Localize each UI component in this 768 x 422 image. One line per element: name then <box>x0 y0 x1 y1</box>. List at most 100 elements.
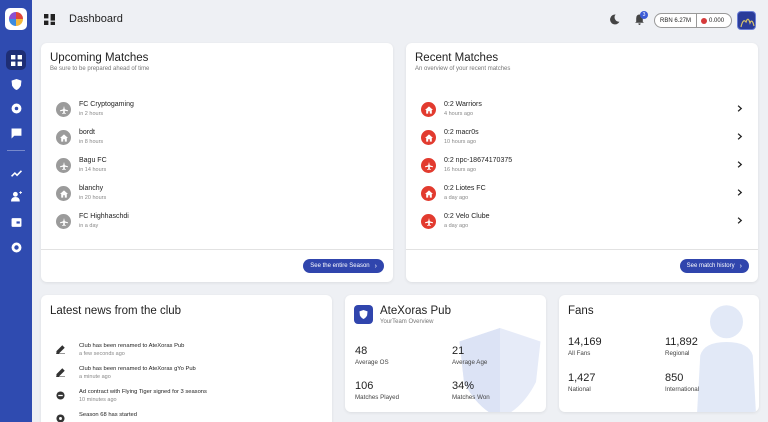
divider <box>406 249 758 250</box>
chevron-right-icon <box>737 189 743 196</box>
dashboard-icon <box>44 14 55 25</box>
card-title: Recent Matches <box>415 52 499 64</box>
news-time: a minute ago <box>79 374 111 380</box>
see-season-button[interactable]: See the entire Season › <box>303 259 384 273</box>
home-icon <box>421 130 436 145</box>
list-item[interactable]: blanchy in 20 hours <box>56 185 378 205</box>
sidebar-item-club[interactable] <box>6 74 26 94</box>
page-title: Dashboard <box>69 13 123 25</box>
coin-icon <box>701 17 708 24</box>
divider <box>41 249 393 250</box>
stat-label: Average Age <box>452 359 488 366</box>
match-time: 10 hours ago <box>444 139 477 145</box>
button-label: See match history <box>686 263 735 269</box>
match-opponent: Bagu FC <box>79 157 107 164</box>
stat-value: 11,892 <box>665 336 698 348</box>
soccer-ball-icon <box>56 414 65 422</box>
team-overview-card: AteXoras Pub YourTeam Overview 48 Averag… <box>345 295 546 412</box>
wallet-balance[interactable]: RBN 6.27M 0.000 <box>654 13 732 28</box>
home-icon <box>421 186 436 201</box>
card-subtitle: YourTeam Overview <box>380 319 434 325</box>
match-time: in a day <box>79 223 99 229</box>
stat-label: All Fans <box>568 350 591 357</box>
news-text: Club has been renamed to AteXoras Pub <box>79 343 185 349</box>
sidebar-item-stats[interactable] <box>6 162 26 182</box>
notification-badge: 3 <box>640 11 648 19</box>
news-text: Club has been renamed to AteXoras gYo Pu… <box>79 366 196 372</box>
match-time: in 14 hours <box>79 167 107 173</box>
stat-value: 14,169 <box>568 336 602 348</box>
match-time: in 2 hours <box>79 111 104 117</box>
sidebar-item-dashboard[interactable] <box>6 50 26 70</box>
list-item: Club has been renamed to AteXoras Pub a … <box>56 343 322 363</box>
match-result: 0:2 Warriors <box>444 101 482 108</box>
match-opponent: bordt <box>79 129 95 136</box>
chevron-right-icon: › <box>374 262 377 270</box>
stat-value: 34% <box>452 380 475 392</box>
match-opponent: FC Highhaschdi <box>79 213 129 220</box>
sidebar-item-finances[interactable] <box>6 212 26 232</box>
news-time: a few seconds ago <box>79 351 125 357</box>
away-icon <box>56 158 71 173</box>
avatar-image <box>740 18 755 28</box>
card-subtitle: Be sure to be prepared ahead of time <box>50 66 150 72</box>
stat-label: Matches Won <box>452 394 490 401</box>
chevron-right-icon: › <box>739 262 742 270</box>
latest-news-card: Latest news from the club Club has been … <box>41 295 332 422</box>
match-time: a day ago <box>444 223 469 229</box>
news-text: Season 68 has started <box>79 412 138 418</box>
list-item[interactable]: 0:2 Warriors 4 hours ago <box>421 101 743 121</box>
record-icon <box>11 242 21 252</box>
home-icon <box>56 186 71 201</box>
list-item[interactable]: bordt in 8 hours <box>56 129 378 149</box>
list-item[interactable]: 0:2 npc-18674170375 16 hours ago <box>421 157 743 177</box>
chevron-right-icon <box>737 161 743 168</box>
sidebar-item-messages[interactable] <box>6 123 26 143</box>
away-icon <box>421 214 436 229</box>
away-icon <box>56 102 71 117</box>
card-subtitle: An overview of your recent matches <box>415 66 511 72</box>
chevron-right-icon <box>737 217 743 224</box>
avatar[interactable] <box>737 11 756 30</box>
stat-value: 850 <box>665 372 684 384</box>
match-time: 16 hours ago <box>444 167 477 173</box>
wallet-icon <box>11 217 21 227</box>
sidebar-item-settings[interactable] <box>6 237 26 257</box>
match-result: 0:2 macr0s <box>444 129 479 136</box>
list-item: Club has been renamed to AteXoras gYo Pu… <box>56 366 322 386</box>
fans-card: Fans 14,169 All Fans 11,892 Regional 1,4… <box>559 295 759 412</box>
stat-label: International <box>665 386 700 393</box>
list-item[interactable]: 0:2 Liotes FC a day ago <box>421 185 743 205</box>
list-item[interactable]: Bagu FC in 14 hours <box>56 157 378 177</box>
chevron-right-icon <box>737 133 743 140</box>
see-match-history-button[interactable]: See match history › <box>679 259 749 273</box>
stat-label: Average OS <box>355 359 389 366</box>
away-icon <box>421 158 436 173</box>
user-add-icon <box>10 190 22 201</box>
home-icon <box>421 102 436 117</box>
list-item[interactable]: 0:2 Velo Clube a day ago <box>421 213 743 233</box>
stat-label: National <box>568 386 591 393</box>
app-logo[interactable] <box>5 8 27 30</box>
match-time: in 8 hours <box>79 139 104 145</box>
list-item[interactable]: FC Highhaschdi in a day <box>56 213 378 233</box>
stat-value: 1,427 <box>568 372 596 384</box>
list-item[interactable]: 0:2 macr0s 10 hours ago <box>421 129 743 149</box>
sidebar-divider <box>7 150 25 151</box>
rbn-balance: RBN 6.27M <box>655 14 698 27</box>
sidebar <box>0 0 32 422</box>
sidebar-item-matches[interactable] <box>6 98 26 118</box>
shield-icon <box>11 78 21 90</box>
button-label: See the entire Season <box>310 263 370 269</box>
chevron-right-icon <box>737 105 743 112</box>
sidebar-item-transfers[interactable] <box>6 186 26 206</box>
match-time: 4 hours ago <box>444 111 474 117</box>
stat-label: Regional <box>665 350 690 357</box>
stat-value: 21 <box>452 345 465 357</box>
match-opponent: blanchy <box>79 185 104 192</box>
moon-icon[interactable] <box>609 14 620 25</box>
match-opponent: FC Cryptogaming <box>79 101 134 108</box>
match-time: a day ago <box>444 195 469 201</box>
match-result: 0:2 Velo Clube <box>444 213 490 220</box>
list-item[interactable]: FC Cryptogaming in 2 hours <box>56 101 378 121</box>
